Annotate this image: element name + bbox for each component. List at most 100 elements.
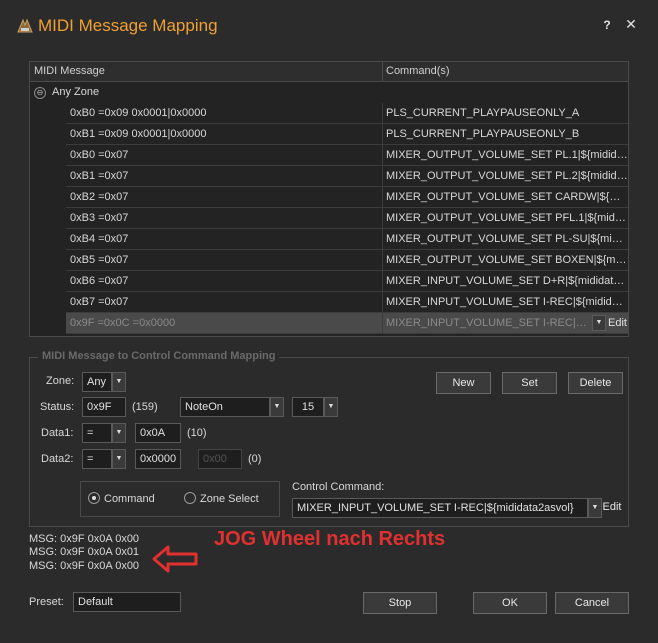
cell-divider <box>382 166 383 187</box>
data1-label: Data1: <box>41 427 74 439</box>
command-cell: MIXER_OUTPUT_VOLUME_SET PFL.1|${midiat..… <box>386 212 628 224</box>
chevron-down-icon[interactable]: ▼ <box>112 372 126 392</box>
zone-select[interactable]: Any <box>82 372 112 392</box>
delete-button[interactable]: Delete <box>568 372 623 394</box>
close-button[interactable]: ✕ <box>624 16 638 33</box>
chevron-down-icon[interactable]: ▼ <box>592 315 606 331</box>
ok-button[interactable]: OK <box>473 592 547 614</box>
chevron-down-icon[interactable]: ▼ <box>112 449 126 469</box>
table-row[interactable]: 0xB5 =0x07 MIXER_OUTPUT_VOLUME_SET BOXEN… <box>66 250 628 271</box>
table-row[interactable]: 0xB3 =0x07 MIXER_OUTPUT_VOLUME_SET PFL.1… <box>66 208 628 229</box>
command-cell: PLS_CURRENT_PLAYPAUSEONLY_B <box>386 128 580 140</box>
command-cell: MIXER_OUTPUT_VOLUME_SET PL.1|${mididata.… <box>386 149 628 161</box>
table-row[interactable]: 0xB7 =0x07 MIXER_INPUT_VOLUME_SET I-REC|… <box>66 292 628 313</box>
table-row[interactable]: 0xB4 =0x07 MIXER_OUTPUT_VOLUME_SET PL-SU… <box>66 229 628 250</box>
table-row[interactable]: 0xB1 =0x09 0x0001|0x0000 PLS_CURRENT_PLA… <box>66 124 628 145</box>
command-radio-label[interactable]: Command <box>104 493 155 505</box>
chevron-down-icon[interactable]: ▼ <box>112 423 126 443</box>
command-cell: MIXER_OUTPUT_VOLUME_SET PL.2|${mididata.… <box>386 170 628 182</box>
cell-divider <box>382 124 383 145</box>
zone-label: Zone: <box>46 375 75 387</box>
control-command-label: Control Command: <box>292 481 385 493</box>
command-cell: PLS_CURRENT_PLAYPAUSEONLY_A <box>386 107 580 119</box>
log-line: MSG: 0x9F 0x0A 0x00 <box>29 560 140 572</box>
cell-divider <box>382 145 383 166</box>
log-line: MSG: 0x9F 0x0A 0x01 <box>29 546 140 558</box>
app-logo-icon <box>17 18 33 33</box>
stop-button[interactable]: Stop <box>363 592 437 614</box>
log-line: MSG: 0x9F 0x0A 0x00 <box>29 533 140 545</box>
table-row[interactable]: 0xB6 =0x07 MIXER_INPUT_VOLUME_SET D+R|${… <box>66 271 628 292</box>
cancel-button[interactable]: Cancel <box>555 592 629 614</box>
data1-field[interactable]: 0x0A <box>135 423 181 443</box>
midi-message-cell: 0xB2 =0x07 <box>70 191 129 203</box>
data2-range-end-field: 0x00 <box>198 449 242 469</box>
table-row[interactable]: 0xB1 =0x07 MIXER_OUTPUT_VOLUME_SET PL.2|… <box>66 166 628 187</box>
column-header-commands[interactable]: Command(s) <box>386 65 450 77</box>
data2-decimal: (0) <box>248 453 262 465</box>
table-row-selected[interactable]: 0x9F =0x0C =0x0000 MIXER_INPUT_VOLUME_SE… <box>66 313 628 334</box>
preset-label: Preset: <box>29 596 64 608</box>
mapping-table[interactable]: MIDI Message Command(s) ⊖ Any Zone 0xB0 … <box>29 61 629 337</box>
table-row[interactable]: 0xB2 =0x07 MIXER_OUTPUT_VOLUME_SET CARDW… <box>66 187 628 208</box>
row-edit-button[interactable]: Edit <box>608 317 627 329</box>
data1-decimal: (10) <box>187 427 207 439</box>
chevron-down-icon[interactable]: ▼ <box>324 397 338 417</box>
collapse-icon[interactable]: ⊖ <box>34 87 46 99</box>
annotation-arrow-icon <box>152 545 198 573</box>
midi-message-cell: 0xB0 =0x07 <box>70 149 129 161</box>
cell-divider <box>382 313 383 334</box>
control-command-select[interactable]: MIXER_INPUT_VOLUME_SET I-REC|${mididata2… <box>292 498 588 518</box>
channel-select[interactable]: 15 <box>292 397 324 417</box>
command-cell: MIXER_INPUT_VOLUME_SET I-REC|${mi... <box>386 317 591 329</box>
command-cell: MIXER_OUTPUT_VOLUME_SET CARDW|${midid... <box>386 191 628 203</box>
group-row-any-zone[interactable]: ⊖ Any Zone <box>30 83 628 103</box>
cell-divider <box>382 187 383 208</box>
control-command-edit-button[interactable]: Edit <box>600 497 624 519</box>
data1-operator-select[interactable]: = <box>82 423 112 443</box>
cell-divider <box>382 250 383 271</box>
zone-select-radio-label[interactable]: Zone Select <box>200 493 259 505</box>
cell-divider <box>382 103 383 124</box>
column-divider[interactable] <box>382 62 383 82</box>
mapping-groupbox-title: MIDI Message to Control Command Mapping <box>38 350 280 362</box>
status-type-select[interactable]: NoteOn <box>180 397 270 417</box>
zone-select-radio[interactable] <box>184 492 196 504</box>
midi-message-cell: 0x9F =0x0C =0x0000 <box>70 317 176 329</box>
set-button[interactable]: Set <box>502 372 557 394</box>
column-header-midi-message[interactable]: MIDI Message <box>34 65 105 77</box>
table-header: MIDI Message Command(s) <box>30 62 628 82</box>
data2-label: Data2: <box>41 453 74 465</box>
midi-message-cell: 0xB1 =0x07 <box>70 170 129 182</box>
group-label: Any Zone <box>52 86 100 98</box>
midi-message-cell: 0xB6 =0x07 <box>70 275 129 287</box>
window-title: MIDI Message Mapping <box>38 16 218 35</box>
annotation-text: JOG Wheel nach Rechts <box>214 528 446 550</box>
help-button[interactable]: ? <box>600 18 614 32</box>
chevron-down-icon[interactable]: ▼ <box>270 397 284 417</box>
midi-message-cell: 0xB5 =0x07 <box>70 254 129 266</box>
preset-field[interactable]: Default <box>73 592 181 612</box>
status-field[interactable]: 0x9F <box>82 397 126 417</box>
command-cell: MIXER_INPUT_VOLUME_SET I-REC|${mididata2… <box>386 296 628 308</box>
midi-message-cell: 0xB7 =0x07 <box>70 296 129 308</box>
cell-divider <box>382 208 383 229</box>
cell-divider <box>382 292 383 313</box>
status-label: Status: <box>40 401 75 413</box>
command-cell: MIXER_OUTPUT_VOLUME_SET BOXEN|${midida..… <box>386 254 628 266</box>
data2-operator-select[interactable]: = <box>82 449 112 469</box>
table-row[interactable]: 0xB0 =0x09 0x0001|0x0000 PLS_CURRENT_PLA… <box>66 103 628 124</box>
table-row[interactable]: 0xB0 =0x07 MIXER_OUTPUT_VOLUME_SET PL.1|… <box>66 145 628 166</box>
data2-field[interactable]: 0x0000 <box>135 449 181 469</box>
midi-message-cell: 0xB4 =0x07 <box>70 233 129 245</box>
command-radio[interactable] <box>88 492 100 504</box>
new-button[interactable]: New <box>436 372 491 394</box>
midi-message-cell: 0xB1 =0x09 0x0001|0x0000 <box>70 128 207 140</box>
status-decimal: (159) <box>132 401 158 413</box>
command-cell: MIXER_OUTPUT_VOLUME_SET PL-SU|${midiat..… <box>386 233 628 245</box>
cell-divider <box>382 271 383 292</box>
command-cell: MIXER_INPUT_VOLUME_SET D+R|${mididata2a.… <box>386 275 628 287</box>
midi-message-cell: 0xB0 =0x09 0x0001|0x0000 <box>70 107 207 119</box>
cell-divider <box>382 229 383 250</box>
midi-message-cell: 0xB3 =0x07 <box>70 212 129 224</box>
